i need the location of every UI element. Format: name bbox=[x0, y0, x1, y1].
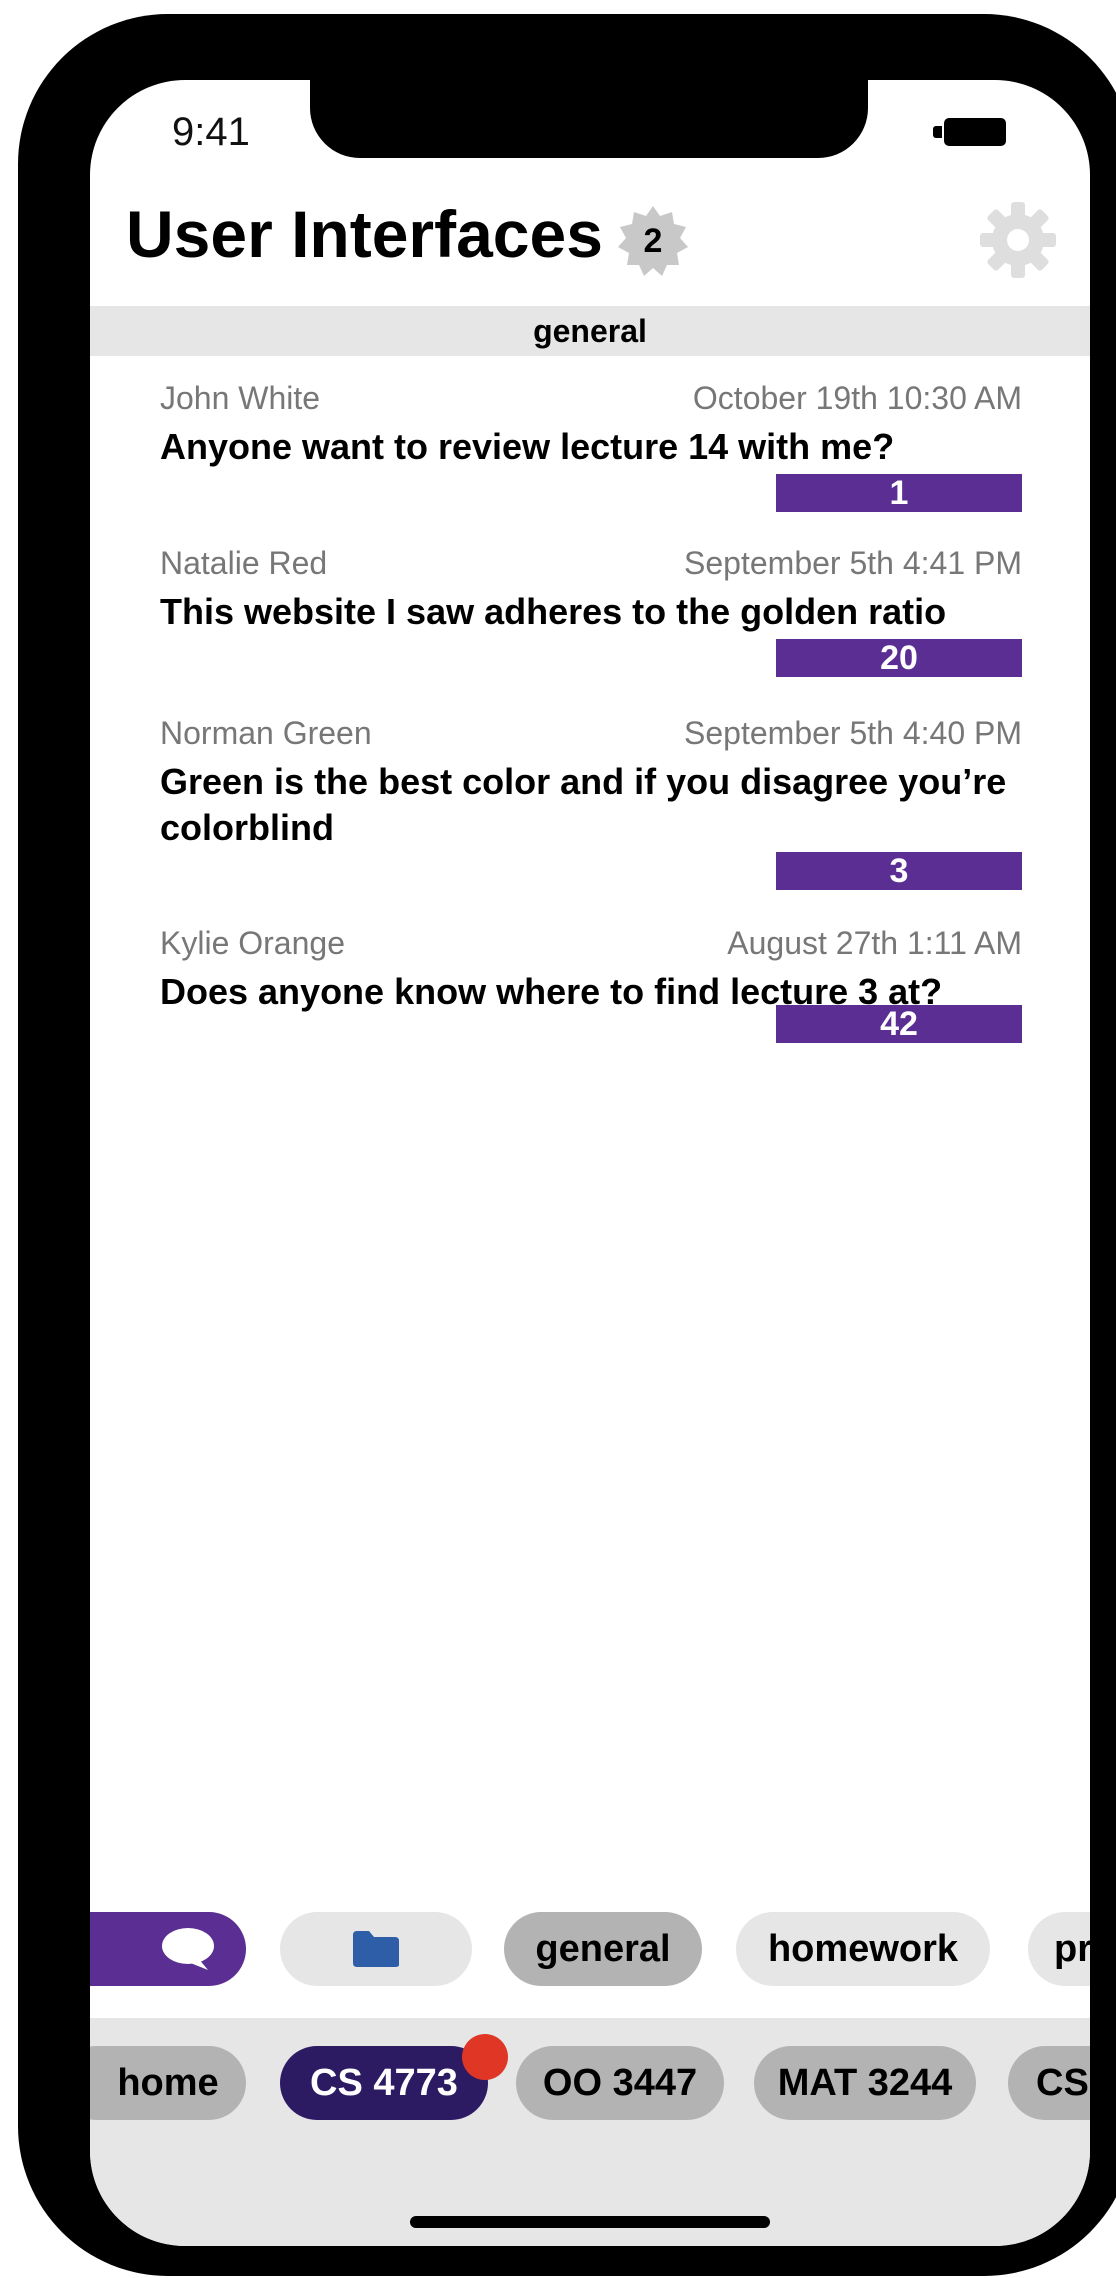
channel-header: general bbox=[90, 306, 1090, 356]
course-tab-home[interactable]: home bbox=[90, 2046, 246, 2120]
post-text: This website I saw adheres to the golden… bbox=[160, 591, 947, 632]
post-date: October 19th 10:30 AM bbox=[692, 380, 1022, 416]
post-reply-count[interactable]: 3 bbox=[776, 852, 1022, 890]
screen: 9:41 User Interfaces 2 general John Whit… bbox=[90, 80, 1090, 2246]
notch bbox=[310, 80, 868, 158]
post-reply-count[interactable]: 1 bbox=[776, 474, 1022, 512]
post-item[interactable]: Natalie Red September 5th 4:41 PM This w… bbox=[160, 545, 1022, 677]
post-author: Natalie Red bbox=[160, 545, 328, 581]
post-item[interactable]: Kylie Orange August 27th 1:11 AM Does an… bbox=[160, 925, 1022, 1043]
post-text: Anyone want to review lecture 14 with me… bbox=[160, 426, 895, 467]
tab-chat[interactable] bbox=[90, 1912, 246, 1986]
post-reply-count[interactable]: 42 bbox=[776, 1005, 1022, 1043]
badge-count: 2 bbox=[643, 222, 663, 260]
notification-dot bbox=[462, 2034, 508, 2080]
course-tab-oo3447[interactable]: OO 3447 bbox=[516, 2046, 724, 2120]
course-tab-cs[interactable]: CS bbox=[1008, 2046, 1090, 2120]
tab-homework[interactable]: homework bbox=[736, 1912, 990, 1986]
post-author: John White bbox=[160, 380, 321, 416]
post-author: Norman Green bbox=[160, 715, 372, 751]
page-title: User Interfaces bbox=[126, 197, 603, 271]
battery-icon bbox=[933, 118, 1006, 146]
phone-frame: 9:41 User Interfaces 2 general John Whit… bbox=[18, 14, 1116, 2276]
post-item[interactable]: John White October 19th 10:30 AM Anyone … bbox=[160, 380, 1022, 512]
home-indicator[interactable] bbox=[410, 2216, 770, 2228]
notification-badge[interactable]: 2 bbox=[616, 204, 690, 278]
tab-projects[interactable]: pr bbox=[1028, 1912, 1090, 1986]
post-item[interactable]: Norman Green September 5th 4:40 PM Green… bbox=[160, 715, 1022, 890]
tab-general[interactable]: general bbox=[504, 1912, 702, 1986]
tab-files[interactable] bbox=[280, 1912, 472, 1986]
post-reply-count[interactable]: 20 bbox=[776, 639, 1022, 677]
course-tab-mat3244[interactable]: MAT 3244 bbox=[754, 2046, 976, 2120]
post-author: Kylie Orange bbox=[160, 925, 345, 961]
course-tab-cs4773[interactable]: CS 4773 bbox=[280, 2046, 488, 2120]
post-date: September 5th 4:41 PM bbox=[684, 545, 1022, 581]
folder-icon bbox=[353, 1931, 399, 1967]
post-date: September 5th 4:40 PM bbox=[684, 715, 1022, 751]
post-date: August 27th 1:11 AM bbox=[727, 925, 1022, 961]
chat-icon bbox=[162, 1928, 214, 1970]
post-text: Green is the best color and if you disag… bbox=[160, 761, 1007, 848]
status-time: 9:41 bbox=[172, 110, 250, 154]
gear-icon[interactable] bbox=[978, 200, 1058, 280]
